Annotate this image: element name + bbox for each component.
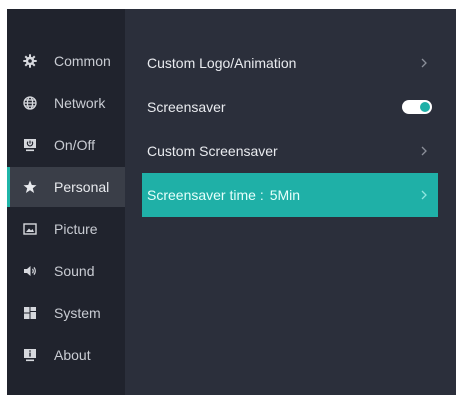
- screensaver-toggle[interactable]: [402, 100, 432, 114]
- sidebar: Common Network On/Off Personal Picture S…: [7, 9, 125, 395]
- globe-icon: [23, 96, 37, 110]
- sidebar-item-label: Network: [54, 95, 106, 111]
- custom-logo-row[interactable]: Custom Logo/Animation: [142, 41, 438, 85]
- sidebar-item-label: Common: [54, 53, 111, 69]
- star-icon: [23, 180, 37, 194]
- sidebar-item-system[interactable]: System: [7, 293, 125, 333]
- screensaver-time-label: Screensaver time :: [147, 187, 264, 203]
- sidebar-item-label: Personal: [54, 179, 110, 195]
- chevron-right-icon: [421, 146, 427, 156]
- custom-logo-label: Custom Logo/Animation: [147, 55, 297, 71]
- speaker-icon: [23, 264, 37, 278]
- sidebar-item-label: On/Off: [54, 137, 95, 153]
- power-monitor-icon: [23, 138, 37, 152]
- sidebar-item-sound[interactable]: Sound: [7, 251, 125, 291]
- sidebar-item-onoff[interactable]: On/Off: [7, 125, 125, 165]
- toggle-knob: [420, 102, 430, 112]
- custom-screensaver-label: Custom Screensaver: [147, 143, 278, 159]
- sidebar-item-personal[interactable]: Personal: [7, 167, 125, 207]
- picture-icon: [23, 222, 37, 236]
- sidebar-item-about[interactable]: About: [7, 335, 125, 375]
- sidebar-item-common[interactable]: Common: [7, 41, 125, 81]
- sidebar-item-network[interactable]: Network: [7, 83, 125, 123]
- gear-icon: [23, 54, 37, 68]
- info-monitor-icon: [23, 348, 37, 362]
- system-grid-icon: [23, 306, 37, 320]
- screensaver-time-row[interactable]: Screensaver time : 5Min: [142, 173, 438, 217]
- custom-screensaver-row[interactable]: Custom Screensaver: [142, 129, 438, 173]
- sidebar-item-picture[interactable]: Picture: [7, 209, 125, 249]
- screensaver-label: Screensaver: [147, 99, 226, 115]
- screensaver-row[interactable]: Screensaver: [142, 85, 438, 129]
- sidebar-item-label: Sound: [54, 263, 95, 279]
- settings-list: Custom Logo/Animation Screensaver Custom…: [142, 41, 438, 217]
- settings-screen: Common Network On/Off Personal Picture S…: [7, 9, 456, 395]
- chevron-right-icon: [421, 58, 427, 68]
- screensaver-time-value: 5Min: [269, 187, 301, 203]
- sidebar-item-label: About: [54, 347, 91, 363]
- sidebar-item-label: Picture: [54, 221, 98, 237]
- sidebar-item-label: System: [54, 305, 101, 321]
- chevron-right-icon: [421, 190, 427, 200]
